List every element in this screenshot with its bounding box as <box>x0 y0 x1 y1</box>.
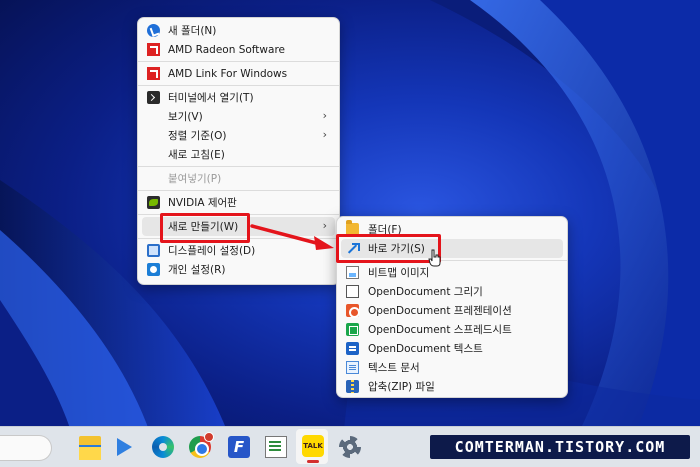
f-app-icon[interactable]: F <box>228 436 250 458</box>
submenu-item-odt[interactable]: OpenDocument 텍스트 <box>341 339 563 358</box>
settings-icon[interactable] <box>339 436 361 458</box>
menu-item-label: 텍스트 문서 <box>368 362 420 374</box>
amd-icon <box>147 43 160 56</box>
menu-item-amd-radeon-software[interactable]: AMD Radeon Software <box>142 40 335 59</box>
submenu-item-odp[interactable]: OpenDocument 프레젠테이션 <box>341 301 563 320</box>
menu-item-label: AMD Radeon Software <box>168 43 285 56</box>
bitmap-icon <box>346 266 359 279</box>
file-explorer-icon[interactable] <box>79 436 101 460</box>
menu-item-view[interactable]: 보기(V) › <box>142 107 335 126</box>
chevron-right-icon: › <box>322 109 327 122</box>
spreadsheet-icon <box>346 323 359 336</box>
chevron-right-icon: › <box>322 128 327 141</box>
new-folder-icon <box>147 24 160 37</box>
annotation-box-shortcut <box>336 234 441 263</box>
kakaotalk-notification-indicator <box>307 460 319 463</box>
menu-item-label: 붙여넣기(P) <box>168 173 222 185</box>
annotation-box-new <box>160 213 250 243</box>
submenu-item-odg[interactable]: OpenDocument 그리기 <box>341 282 563 301</box>
search-box[interactable] <box>0 435 52 461</box>
chrome-badge-icon <box>204 432 214 442</box>
nvidia-icon <box>147 196 160 209</box>
menu-separator <box>138 190 339 191</box>
menu-separator <box>138 166 339 167</box>
menu-item-label: AMD Link For Windows <box>168 67 288 80</box>
menu-item-label: 비트맵 이미지 <box>368 267 430 279</box>
text-file-icon <box>346 361 359 374</box>
menu-item-paste: 붙여넣기(P) <box>142 169 335 188</box>
menu-item-amd-link[interactable]: AMD Link For Windows <box>142 64 335 83</box>
submenu-item-ods[interactable]: OpenDocument 스프레드시트 <box>341 320 563 339</box>
menu-item-label: 정렬 기준(O) <box>168 130 227 142</box>
menu-item-personalize[interactable]: 개인 설정(R) <box>142 260 335 279</box>
menu-item-label: OpenDocument 프레젠테이션 <box>368 305 512 317</box>
document-icon <box>346 285 359 298</box>
submenu-item-text-document[interactable]: 텍스트 문서 <box>341 358 563 377</box>
menu-item-label: 개인 설정(R) <box>168 264 226 276</box>
menu-item-label: OpenDocument 그리기 <box>368 286 483 298</box>
menu-item-label: 디스플레이 설정(D) <box>168 245 256 257</box>
menu-item-label: 새로 고침(E) <box>168 149 225 161</box>
menu-item-label: OpenDocument 텍스트 <box>368 343 483 355</box>
menu-item-new-folder[interactable]: 새 폴더(N) <box>142 21 335 40</box>
menu-item-label: 새 폴더(N) <box>168 25 217 37</box>
amd-icon <box>147 67 160 80</box>
menu-item-nvidia-control-panel[interactable]: NVIDIA 제어판 <box>142 193 335 212</box>
menu-item-label: 보기(V) <box>168 111 203 123</box>
annotation-arrow <box>250 224 334 250</box>
menu-item-label: OpenDocument 스프레드시트 <box>368 324 512 336</box>
submenu-item-bitmap[interactable]: 비트맵 이미지 <box>341 263 563 282</box>
menu-separator <box>138 61 339 62</box>
terminal-icon <box>147 91 160 104</box>
kakaotalk-icon[interactable]: TALK <box>302 435 324 457</box>
hand-cursor-icon <box>428 249 441 267</box>
text-document-icon <box>346 342 359 355</box>
notepad-icon[interactable] <box>265 436 287 458</box>
personalize-icon <box>147 263 160 276</box>
display-icon <box>147 244 160 257</box>
submenu-item-zip[interactable]: 압축(ZIP) 파일 <box>341 377 563 396</box>
menu-item-open-in-terminal[interactable]: 터미널에서 열기(T) <box>142 88 335 107</box>
menu-item-refresh[interactable]: 새로 고침(E) <box>142 145 335 164</box>
presentation-icon <box>346 304 360 318</box>
menu-item-sort-by[interactable]: 정렬 기준(O) › <box>142 126 335 145</box>
zip-icon <box>346 380 359 393</box>
media-player-icon[interactable] <box>113 436 135 458</box>
menu-item-label: 터미널에서 열기(T) <box>168 92 254 104</box>
watermark: COMTERMAN.TISTORY.COM <box>430 435 690 459</box>
menu-separator <box>138 85 339 86</box>
menu-item-label: NVIDIA 제어판 <box>168 197 237 209</box>
menu-item-label: 압축(ZIP) 파일 <box>368 381 435 393</box>
edge-icon[interactable] <box>152 436 174 458</box>
